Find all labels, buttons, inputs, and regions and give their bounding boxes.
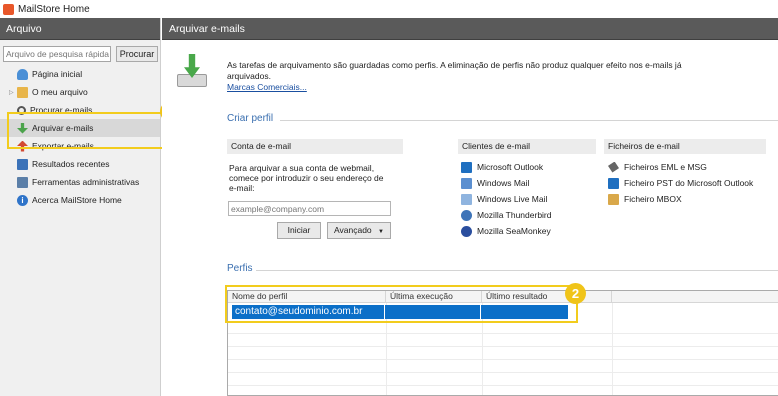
thunderbird-icon bbox=[461, 209, 472, 221]
seamonkey-icon bbox=[461, 225, 472, 237]
email-account-header: Conta de e-mail bbox=[227, 139, 403, 154]
list-item-label: Ficheiro PST do Microsoft Outlook bbox=[624, 178, 754, 188]
email-files-header: Ficheiros de e-mail bbox=[604, 139, 766, 154]
sidebar: Arquivo Procurar Página inicial ▷ O meu … bbox=[0, 18, 161, 396]
email-address-input[interactable] bbox=[228, 201, 391, 216]
profiles-title: Perfis bbox=[227, 263, 253, 274]
quick-search-input[interactable] bbox=[3, 46, 111, 62]
folder-icon bbox=[17, 86, 28, 98]
create-profile-title: Criar perfil bbox=[227, 113, 274, 124]
home-icon bbox=[17, 68, 28, 80]
sidebar-item-about[interactable]: i Acerca MailStore Home bbox=[0, 191, 160, 209]
email-clients-list: Microsoft Outlook Windows Mail Windows L… bbox=[461, 159, 552, 239]
dropdown-arrow-icon: ▼ bbox=[378, 229, 384, 235]
highlight-box-profile bbox=[225, 285, 578, 323]
window-titlebar: MailStore Home bbox=[0, 0, 778, 18]
start-button[interactable]: Iniciar bbox=[277, 222, 321, 239]
client-windows-live-mail[interactable]: Windows Live Mail bbox=[461, 191, 552, 207]
sidebar-item-admin-tools[interactable]: Ferramentas administrativas bbox=[0, 173, 160, 191]
highlight-box-archive bbox=[7, 112, 173, 149]
table-empty-rows bbox=[228, 321, 778, 395]
client-thunderbird[interactable]: Mozilla Thunderbird bbox=[461, 207, 552, 223]
sidebar-item-my-archive[interactable]: ▷ O meu arquivo bbox=[0, 83, 160, 101]
list-item-label: Mozilla SeaMonkey bbox=[477, 226, 551, 236]
windows-mail-icon bbox=[461, 177, 472, 189]
sidebar-item-label: Página inicial bbox=[32, 69, 83, 79]
trademarks-link[interactable]: Marcas Comerciais... bbox=[227, 82, 707, 93]
pst-file-icon bbox=[608, 177, 619, 189]
list-item-label: Windows Live Mail bbox=[477, 194, 548, 204]
file-mbox[interactable]: Ficheiro MBOX bbox=[608, 191, 753, 207]
quick-search: Procurar bbox=[3, 46, 158, 62]
intro-block: As tarefas de arquivamento são guardadas… bbox=[227, 60, 707, 93]
mbox-file-icon bbox=[608, 193, 619, 205]
file-eml-msg[interactable]: Ficheiros EML e MSG bbox=[608, 159, 753, 175]
file-pst[interactable]: Ficheiro PST do Microsoft Outlook bbox=[608, 175, 753, 191]
list-item-label: Mozilla Thunderbird bbox=[477, 210, 552, 220]
page-title: Arquivar e-mails bbox=[162, 18, 778, 40]
sidebar-item-label: Acerca MailStore Home bbox=[32, 195, 122, 205]
windows-live-mail-icon bbox=[461, 193, 472, 205]
email-clients-header: Clientes de e-mail bbox=[458, 139, 596, 154]
sidebar-item-label: Ferramentas administrativas bbox=[32, 177, 140, 187]
list-item-label: Ficheiro MBOX bbox=[624, 194, 682, 204]
list-item-label: Microsoft Outlook bbox=[477, 162, 544, 172]
list-item-label: Ficheiros EML e MSG bbox=[624, 162, 707, 172]
sidebar-header: Arquivo bbox=[0, 18, 160, 40]
eml-file-icon bbox=[608, 161, 619, 173]
client-seamonkey[interactable]: Mozilla SeaMonkey bbox=[461, 223, 552, 239]
advanced-button-label: Avançado bbox=[334, 225, 372, 235]
results-icon bbox=[17, 158, 28, 170]
sidebar-item-recent-results[interactable]: Resultados recentes bbox=[0, 155, 160, 173]
app-icon bbox=[3, 3, 14, 15]
client-outlook[interactable]: Microsoft Outlook bbox=[461, 159, 552, 175]
info-icon: i bbox=[17, 194, 28, 206]
main-content: As tarefas de arquivamento são guardadas… bbox=[162, 40, 778, 396]
intro-text: As tarefas de arquivamento são guardadas… bbox=[227, 60, 682, 81]
sidebar-item-label: O meu arquivo bbox=[32, 87, 88, 97]
annotation-badge-2: 2 bbox=[565, 283, 586, 304]
advanced-button[interactable]: Avançado ▼ bbox=[327, 222, 391, 239]
outlook-icon bbox=[461, 161, 472, 173]
sidebar-item-home[interactable]: Página inicial bbox=[0, 65, 160, 83]
client-windows-mail[interactable]: Windows Mail bbox=[461, 175, 552, 191]
list-item-label: Windows Mail bbox=[477, 178, 530, 188]
window-title: MailStore Home bbox=[18, 3, 90, 15]
section-divider bbox=[280, 120, 778, 121]
search-button[interactable]: Procurar bbox=[116, 46, 158, 62]
email-account-description: Para arquivar a sua conta de webmail, co… bbox=[229, 163, 384, 193]
sidebar-item-label: Resultados recentes bbox=[32, 159, 110, 169]
email-files-list: Ficheiros EML e MSG Ficheiro PST do Micr… bbox=[608, 159, 753, 207]
tools-icon bbox=[17, 176, 28, 188]
expand-arrow-icon[interactable]: ▷ bbox=[9, 89, 17, 96]
archive-large-icon bbox=[177, 54, 207, 88]
section-divider bbox=[256, 270, 778, 271]
